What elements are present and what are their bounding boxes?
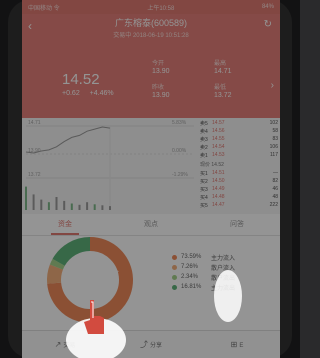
hand-pointer-icon <box>84 300 104 334</box>
side-highlight <box>214 270 242 322</box>
tutorial-pointer <box>66 270 242 358</box>
phone-frame: 中国移动 令 上午10:58 84% ‹ 广东榕泰(600589) 交易中 20… <box>0 0 300 358</box>
